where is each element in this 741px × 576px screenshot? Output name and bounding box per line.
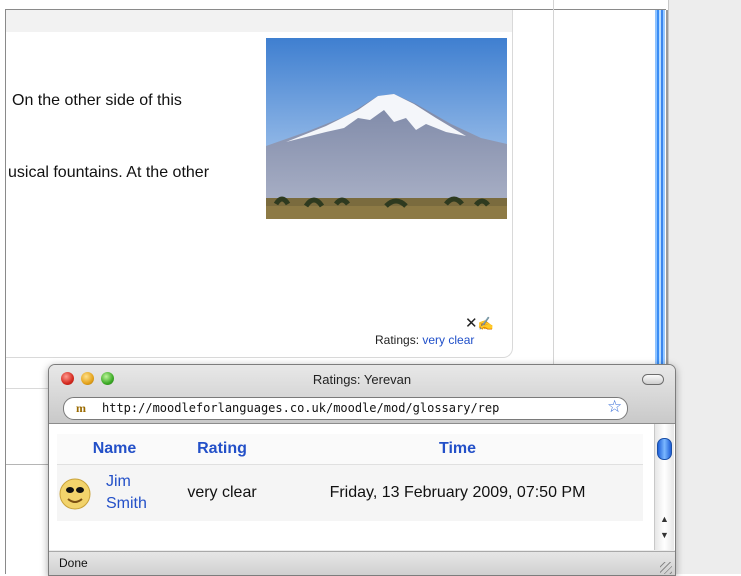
popup-content: Name Rating Time Jim Smith very clear Fr… xyxy=(49,424,675,550)
entry-text-line-1: On the other side of this xyxy=(12,92,182,109)
edit-icon[interactable]: ✍ xyxy=(478,316,494,331)
side-pane xyxy=(668,0,741,574)
cell-time: Friday, 13 February 2009, 07:50 PM xyxy=(272,464,643,521)
popup-scrollbar[interactable]: ▲ ▼ xyxy=(654,424,674,550)
cell-rating: very clear xyxy=(172,464,272,521)
user-last-name[interactable]: Smith xyxy=(106,493,147,515)
status-bar: Done xyxy=(49,551,675,575)
ratings-table: Name Rating Time Jim Smith very clear Fr… xyxy=(57,434,643,521)
address-bar[interactable]: m http://moodleforlanguages.co.uk/moodle… xyxy=(63,397,628,420)
ratings-label: Ratings: xyxy=(375,333,420,347)
scroll-up-arrow-icon[interactable]: ▲ xyxy=(660,514,669,524)
entry-image xyxy=(266,38,507,219)
ratings-link[interactable]: very clear xyxy=(422,333,474,347)
user-name-link[interactable]: Jim Smith xyxy=(106,471,147,515)
bookmark-star-icon[interactable]: ☆ xyxy=(607,397,622,417)
window-titlebar: Ratings: Yerevan m http://moodleforlangu… xyxy=(49,365,675,424)
ratings-line: Ratings: very clear xyxy=(375,333,474,347)
entry-text-line-2: usical fountains. At the other xyxy=(8,164,210,181)
cell-name: Jim Smith xyxy=(57,464,172,521)
delete-icon[interactable]: ✕ xyxy=(465,315,478,332)
status-text: Done xyxy=(59,556,88,570)
site-favicon-icon: m xyxy=(76,401,86,415)
resize-grip-icon[interactable] xyxy=(660,562,672,574)
window-title: Ratings: Yerevan xyxy=(312,372,412,387)
column-header-time[interactable]: Time xyxy=(272,434,643,465)
scrollbar-track[interactable] xyxy=(655,10,665,370)
column-header-rating[interactable]: Rating xyxy=(172,434,272,465)
scroll-down-arrow-icon[interactable]: ▼ xyxy=(660,530,669,540)
entry-header-bar xyxy=(6,10,512,32)
scrollbar-thumb[interactable] xyxy=(657,438,672,460)
url-text[interactable]: http://moodleforlanguages.co.uk/moodle/m… xyxy=(102,401,602,415)
table-row: Jim Smith very clear Friday, 13 February… xyxy=(57,464,643,521)
toolbar-toggle-button[interactable] xyxy=(642,374,664,385)
user-avatar-icon[interactable] xyxy=(57,475,93,511)
ratings-popup-window: Ratings: Yerevan m http://moodleforlangu… xyxy=(48,364,676,576)
column-header-name[interactable]: Name xyxy=(57,434,172,465)
user-first-name[interactable]: Jim xyxy=(106,471,147,493)
table-header-row: Name Rating Time xyxy=(57,434,643,465)
entry-tools: ✕✍ xyxy=(465,314,494,332)
